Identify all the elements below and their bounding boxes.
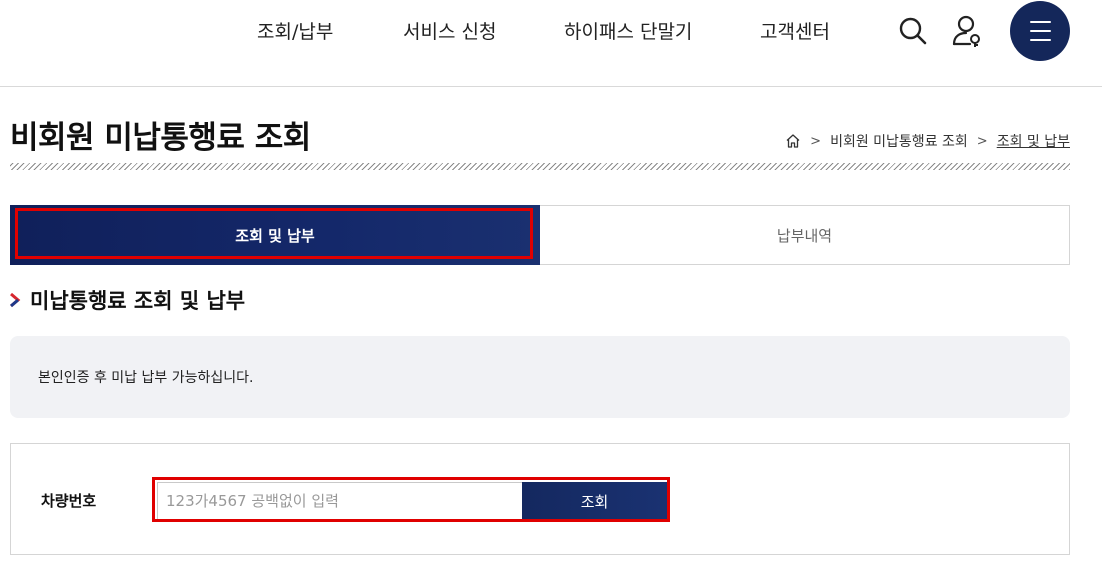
nav-item-customer-center[interactable]: 고객센터 — [760, 20, 830, 44]
notice-box: 본인인증 후 미납 납부 가능하십니다. — [10, 336, 1070, 418]
vehicle-search-form: 차량번호 조회 — [10, 443, 1070, 555]
section-marker-icon — [9, 292, 21, 312]
breadcrumb-current[interactable]: 조회 및 납부 — [997, 131, 1070, 151]
tab-inquiry-payment[interactable]: 조회 및 납부 — [10, 205, 540, 265]
nav-item-inquiry-payment[interactable]: 조회/납부 — [257, 20, 333, 44]
notice-text: 본인인증 후 미납 납부 가능하십니다. — [38, 370, 254, 386]
user-login-icon[interactable] — [952, 14, 984, 52]
section-title: 미납통행료 조회 및 납부 — [30, 289, 246, 313]
tab-payment-history[interactable]: 납부내역 — [540, 205, 1070, 265]
page-title: 비회원 미납통행료 조회 — [10, 120, 311, 156]
search-icon[interactable] — [898, 16, 928, 50]
vehicle-number-label: 차량번호 — [41, 492, 97, 510]
chevron-right-icon: > — [810, 133, 822, 149]
site-header: 조회/납부 서비스 신청 하이패스 단말기 고객센터 — [0, 0, 1102, 87]
menu-icon[interactable] — [1010, 1, 1070, 61]
nav-item-hipass-terminal[interactable]: 하이패스 단말기 — [564, 20, 692, 44]
home-icon[interactable] — [785, 133, 801, 149]
vehicle-number-input[interactable] — [157, 482, 522, 520]
chevron-right-icon: > — [976, 133, 988, 149]
breadcrumb: > 비회원 미납통행료 조회 > 조회 및 납부 — [785, 131, 1070, 151]
breadcrumb-item[interactable]: 비회원 미납통행료 조회 — [830, 131, 968, 151]
search-button[interactable]: 조회 — [522, 482, 667, 520]
divider — [10, 163, 1070, 170]
nav-item-service-application[interactable]: 서비스 신청 — [403, 20, 496, 44]
